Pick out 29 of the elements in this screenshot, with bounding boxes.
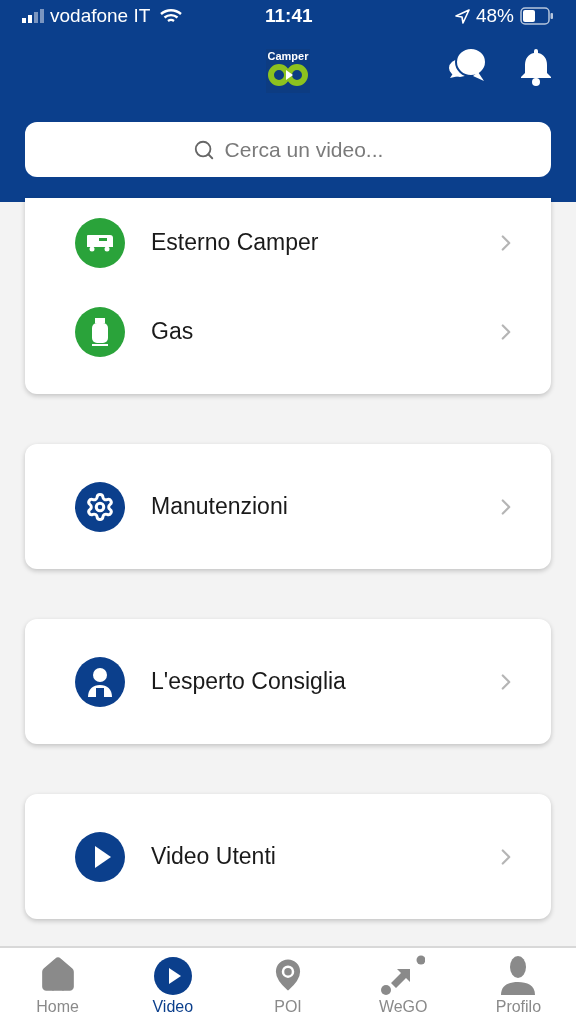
battery-percent: 48% [475, 3, 514, 28]
tab-item[interactable]: WeGO [345, 948, 461, 1024]
menu-item-label: Video Utenti [151, 842, 277, 872]
menu-item[interactable]: L'esperto Consiglia [25, 619, 551, 744]
menu-item[interactable]: Gas [25, 287, 551, 376]
logo-text: Camper [267, 49, 309, 63]
menu-item-label: Gas [151, 317, 195, 347]
person-icon [499, 955, 538, 995]
menu-item[interactable]: Manutenzioni [25, 444, 551, 569]
tab-item[interactable]: Profilo [460, 948, 576, 1024]
search-field[interactable]: Cerca un video... [25, 122, 551, 177]
tab-item[interactable]: Video [115, 948, 231, 1024]
clock-time: 11:41 [265, 3, 313, 28]
menu-item-label: Esterno Camper [151, 228, 320, 258]
battery-icon [520, 7, 554, 25]
menu-item-label: L'esperto Consiglia [151, 667, 347, 697]
menu-item[interactable]: Esterno Camper [25, 198, 551, 287]
search-placeholder: Cerca un video... [224, 136, 384, 163]
location-arrow-icon [454, 8, 470, 24]
wifi-icon [160, 8, 183, 24]
carrier-name: vodafone IT [50, 3, 151, 28]
play-icon [153, 957, 192, 995]
infinity-logo-icon [268, 63, 308, 87]
menu-item-label: Manutenzioni [151, 492, 289, 522]
menu-item[interactable]: Video Utenti [25, 794, 551, 919]
arrow-dots-icon [381, 955, 426, 995]
signal-icon [22, 9, 44, 23]
search-icon [192, 138, 215, 161]
bell-icon[interactable] [519, 47, 553, 87]
